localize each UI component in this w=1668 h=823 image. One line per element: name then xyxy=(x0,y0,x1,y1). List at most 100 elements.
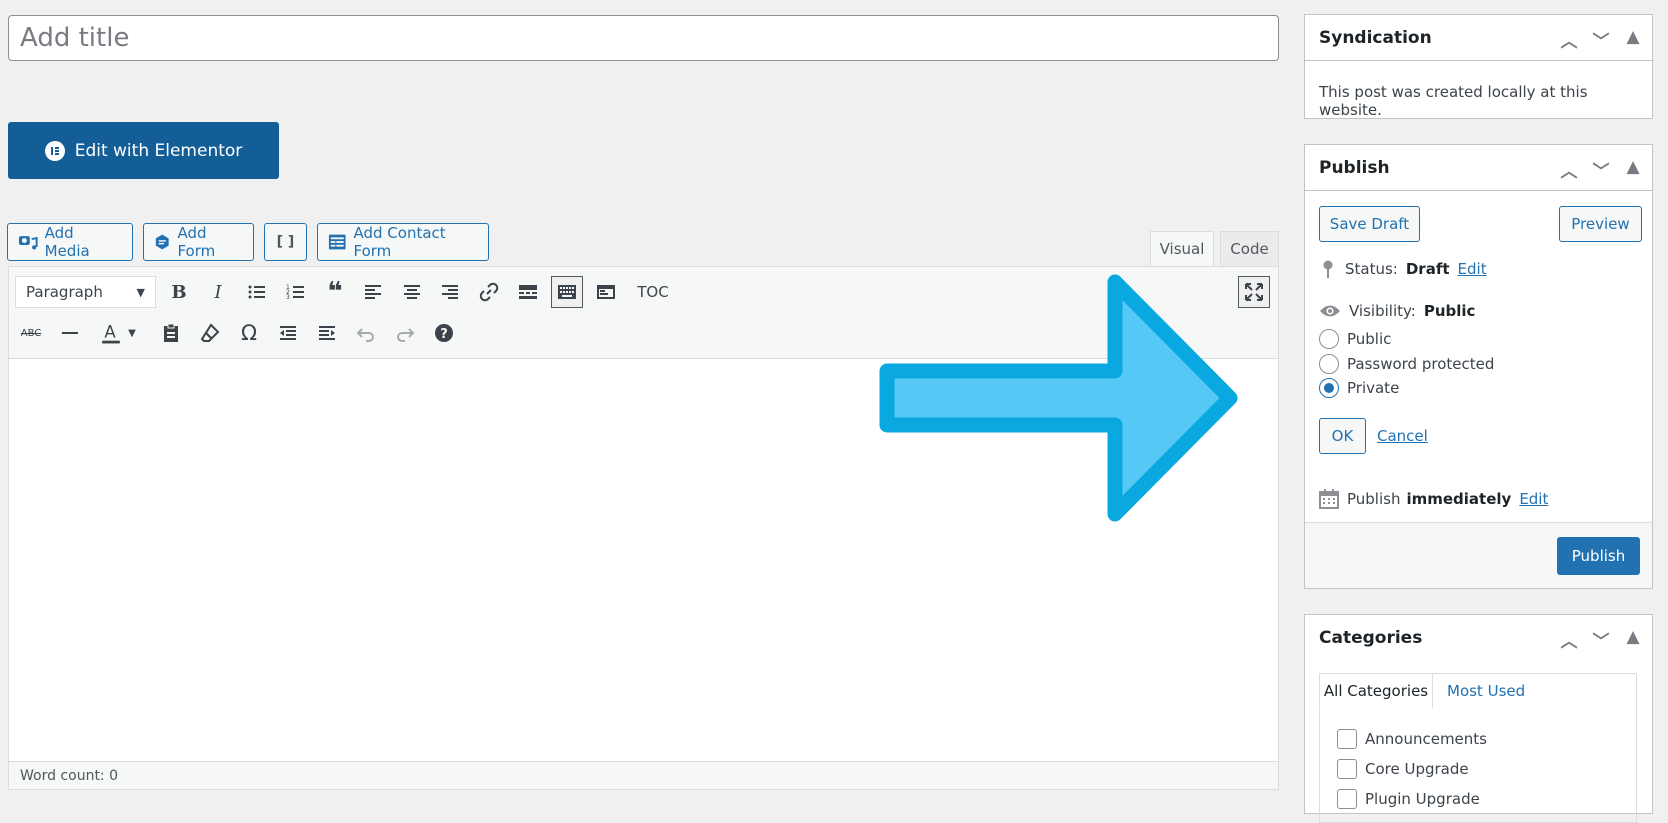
caret-down-icon: ▼ xyxy=(136,285,145,299)
toggle-panel-icon[interactable]: ▲ xyxy=(1624,157,1642,182)
chevron-up-icon[interactable]: ︿ xyxy=(1560,27,1578,52)
blockquote-button[interactable]: ❝ xyxy=(319,276,351,308)
radio-private[interactable] xyxy=(1319,378,1339,398)
indent-button[interactable] xyxy=(311,317,343,349)
italic-icon: I xyxy=(214,281,222,303)
text-color-button[interactable]: A ▼ xyxy=(93,317,143,349)
numbered-list-icon: 123 xyxy=(286,284,304,301)
radio-password-protected[interactable] xyxy=(1319,354,1339,374)
chevron-up-icon[interactable]: ︿ xyxy=(1560,627,1578,652)
omega-icon: Ω xyxy=(240,321,258,345)
undo-button[interactable] xyxy=(350,317,382,349)
numbered-list-button[interactable]: 123 xyxy=(280,276,312,308)
form-icon xyxy=(155,234,169,250)
italic-button[interactable]: I xyxy=(202,276,234,308)
category-item[interactable]: Plugin Upgrade xyxy=(1337,789,1480,809)
ok-button[interactable]: OK xyxy=(1319,418,1366,454)
chevron-down-icon[interactable]: ﹀ xyxy=(1592,157,1610,182)
category-checkbox[interactable] xyxy=(1337,729,1357,749)
publish-button[interactable]: Publish xyxy=(1557,537,1640,575)
align-right-button[interactable] xyxy=(434,276,466,308)
visibility-option-public[interactable]: Public xyxy=(1319,329,1391,349)
outdent-icon xyxy=(280,326,296,340)
editor-status-bar: Word count: 0 xyxy=(9,761,1278,789)
redo-icon xyxy=(397,328,415,342)
caret-down-icon: ▼ xyxy=(128,327,136,339)
keyboard-shortcuts-button[interactable]: ? xyxy=(428,317,460,349)
insert-link-button[interactable] xyxy=(473,276,505,308)
shortcode-button[interactable]: [ ] xyxy=(264,223,307,261)
edit-status-link[interactable]: Edit xyxy=(1458,260,1487,278)
eraser-icon xyxy=(200,323,220,342)
visibility-row: Visibility: Public xyxy=(1319,302,1475,320)
add-media-button[interactable]: Add Media xyxy=(7,223,133,261)
contact-form-icon xyxy=(328,234,346,250)
special-character-button[interactable]: Ω xyxy=(233,317,265,349)
fullscreen-icon xyxy=(1245,283,1263,301)
horizontal-line-icon xyxy=(62,332,78,334)
chevron-up-icon[interactable]: ︿ xyxy=(1560,157,1578,182)
window-form-icon xyxy=(597,285,615,299)
strikethrough-icon: ABC xyxy=(20,327,42,339)
paste-text-button[interactable] xyxy=(155,317,187,349)
toc-button[interactable]: TOC xyxy=(631,276,675,308)
add-contact-form-button[interactable]: Add Contact Form xyxy=(317,223,489,261)
read-more-icon xyxy=(519,285,537,299)
indent-icon xyxy=(319,326,335,340)
visibility-option-password[interactable]: Password protected xyxy=(1319,354,1494,374)
edit-schedule-link[interactable]: Edit xyxy=(1519,490,1548,508)
preview-button[interactable]: Preview xyxy=(1559,206,1642,242)
bold-button[interactable]: B xyxy=(163,276,195,308)
toggle-panel-icon[interactable]: ▲ xyxy=(1624,27,1642,52)
visibility-option-private[interactable]: Private xyxy=(1319,378,1399,398)
form-embed-button[interactable] xyxy=(590,276,622,308)
add-form-button[interactable]: Add Form xyxy=(143,223,254,261)
align-left-icon xyxy=(365,285,381,299)
keyboard-icon xyxy=(558,285,576,299)
align-center-button[interactable] xyxy=(396,276,428,308)
pin-icon xyxy=(1323,260,1333,278)
category-item[interactable]: Announcements xyxy=(1337,729,1487,749)
tab-code[interactable]: Code xyxy=(1220,231,1279,266)
link-icon xyxy=(479,282,499,302)
horizontal-line-button[interactable] xyxy=(54,317,86,349)
strikethrough-button[interactable]: ABC xyxy=(15,317,47,349)
bulleted-list-button[interactable] xyxy=(241,276,273,308)
align-right-icon xyxy=(442,285,458,299)
elementor-icon xyxy=(44,140,65,161)
edit-with-elementor-button[interactable]: Edit with Elementor xyxy=(8,122,279,179)
save-draft-button[interactable]: Save Draft xyxy=(1319,206,1420,242)
undo-icon xyxy=(356,328,374,342)
distraction-free-button[interactable] xyxy=(1238,276,1270,308)
toolbar-toggle-button[interactable] xyxy=(551,276,583,308)
read-more-button[interactable] xyxy=(512,276,544,308)
tab-all-categories[interactable]: All Categories xyxy=(1319,673,1433,709)
tab-most-used[interactable]: Most Used xyxy=(1447,682,1525,700)
status-row: Status: Draft Edit xyxy=(1319,259,1487,279)
publish-box: Publish ︿ ﹀ ▲ Save Draft Preview Status:… xyxy=(1304,144,1653,589)
radio-public[interactable] xyxy=(1319,329,1339,349)
publish-header: Publish ︿ ﹀ ▲ xyxy=(1305,145,1652,191)
redo-button[interactable] xyxy=(389,317,421,349)
toggle-panel-icon[interactable]: ▲ xyxy=(1624,627,1642,652)
clear-formatting-button[interactable] xyxy=(194,317,226,349)
chevron-down-icon[interactable]: ﹀ xyxy=(1592,627,1610,652)
word-count: Word count: 0 xyxy=(20,767,119,784)
syndication-text: This post was created locally at this we… xyxy=(1319,83,1588,119)
category-checkbox[interactable] xyxy=(1337,759,1357,779)
category-item[interactable]: Core Upgrade xyxy=(1337,759,1469,779)
align-left-button[interactable] xyxy=(357,276,389,308)
cancel-link[interactable]: Cancel xyxy=(1377,427,1428,445)
outdent-button[interactable] xyxy=(272,317,304,349)
format-select[interactable]: Paragraph ▼ xyxy=(15,276,156,308)
title-input[interactable] xyxy=(8,15,1279,61)
tab-visual[interactable]: Visual xyxy=(1150,231,1214,266)
bold-icon: B xyxy=(171,281,187,303)
categories-header: Categories ︿ ﹀ ▲ xyxy=(1305,615,1652,661)
category-checkbox[interactable] xyxy=(1337,789,1357,809)
elementor-label: Edit with Elementor xyxy=(74,140,243,161)
shortcode-icon: [ ] xyxy=(276,234,295,250)
clipboard-icon xyxy=(164,323,178,342)
quote-icon: ❝ xyxy=(327,277,343,307)
chevron-down-icon[interactable]: ﹀ xyxy=(1592,27,1610,52)
